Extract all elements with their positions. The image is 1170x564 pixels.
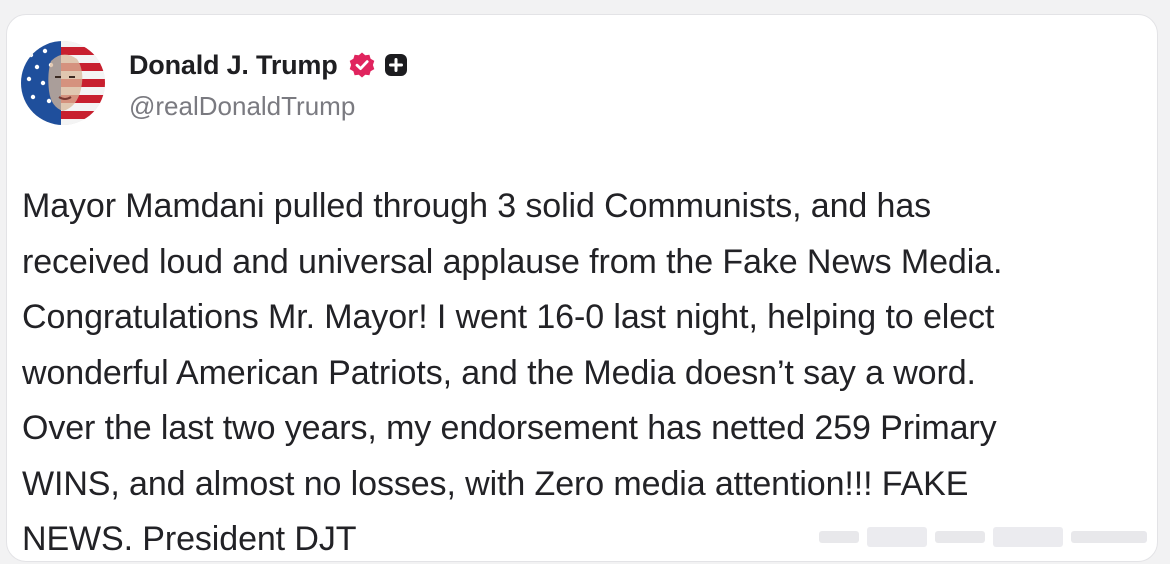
post-text: Mayor Mamdani pulled through 3 solid Com…: [22, 187, 1003, 558]
avatar-image: [21, 41, 105, 125]
profile-avatar[interactable]: [21, 41, 105, 125]
watermark-logo: [819, 523, 1149, 551]
author-row: Donald J. Trump: [129, 45, 408, 85]
verified-badge-icon: [348, 51, 376, 79]
post-card: Donald J. Trump @realDonaldTrump Mayor M…: [6, 14, 1158, 562]
author-name[interactable]: Donald J. Trump: [129, 50, 338, 81]
author-handle[interactable]: @realDonaldTrump: [129, 91, 355, 122]
plus-badge-icon: [384, 53, 408, 77]
